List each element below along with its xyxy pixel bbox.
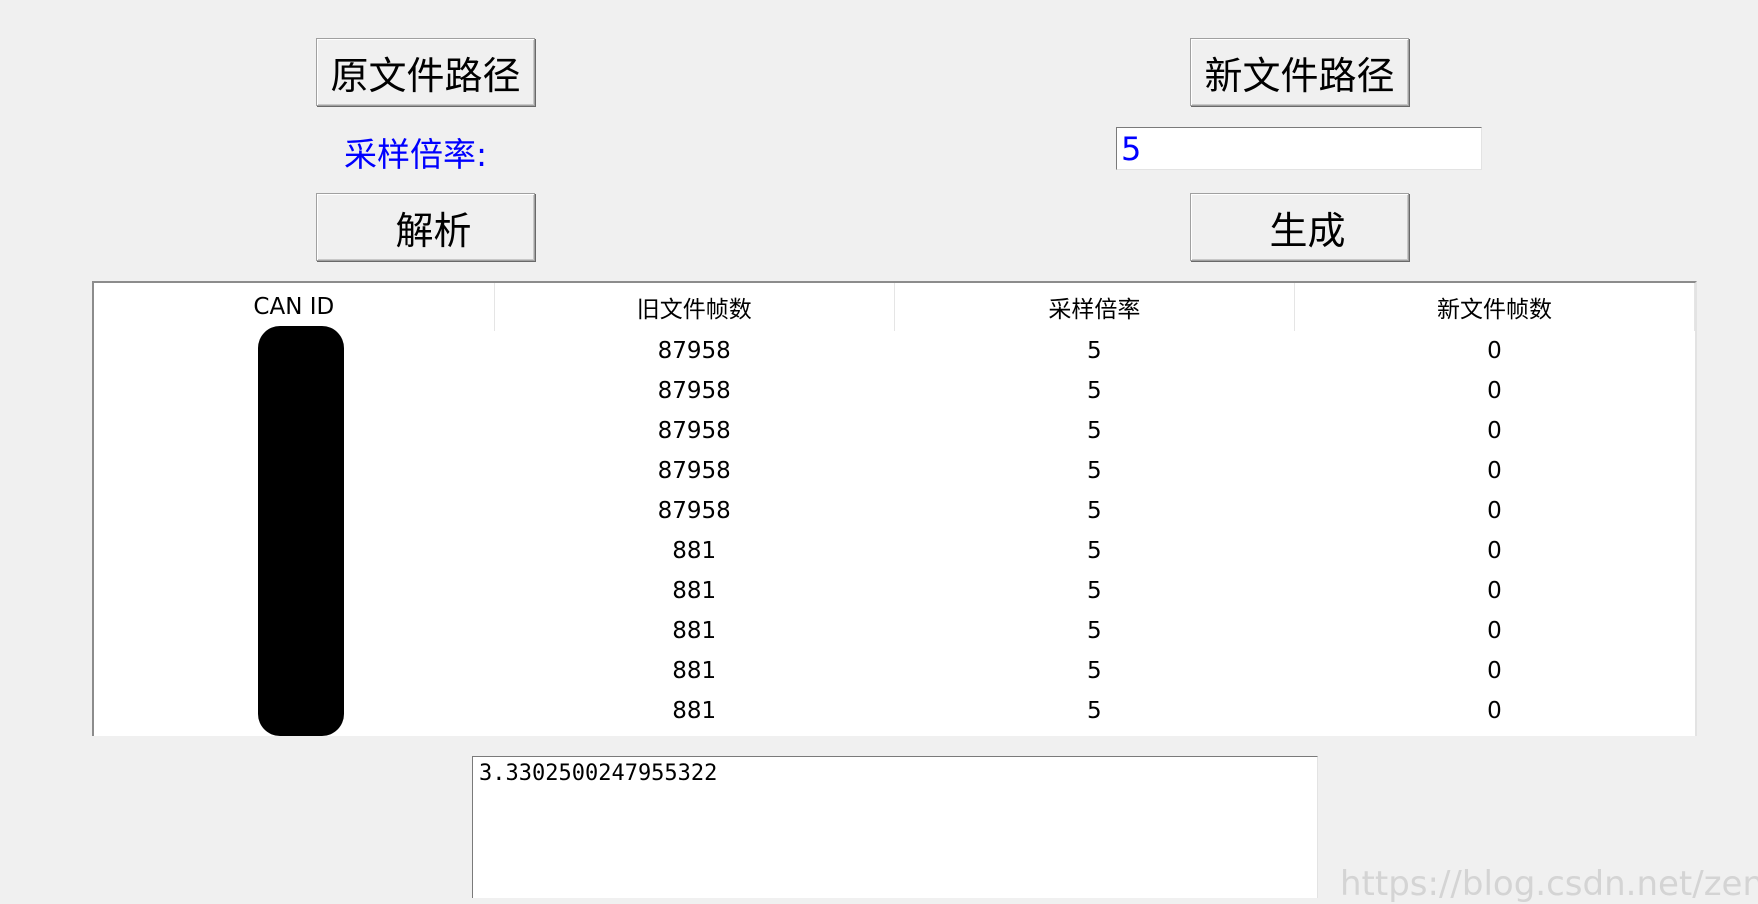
cell-sampling-rate: 5 [1086,538,1102,564]
column-header-sampling-rate[interactable]: 采样倍率 [894,283,1295,331]
column-header-old-frames[interactable]: 旧文件帧数 [494,283,895,331]
cell-new-frames: 0 [1487,338,1502,364]
output-textbox[interactable]: 3.3302500247955322 [472,756,1318,898]
generate-button[interactable]: 生成 [1190,193,1409,261]
cell-old-frames: 881 [672,618,717,644]
watermark: https://blog.csdn.net/zengqz123 [1340,864,1758,904]
cell-sampling-rate: 5 [1086,698,1102,724]
cell-old-frames: 881 [672,538,717,564]
frame-table[interactable]: CAN ID 旧文件帧数 采样倍率 新文件帧数 87958 5 0 87958 … [92,281,1697,736]
cell-new-frames: 0 [1487,378,1502,404]
cell-new-frames: 0 [1487,578,1502,604]
cell-sampling-rate: 5 [1086,658,1102,684]
cell-old-frames: 87958 [657,338,731,364]
cell-old-frames: 87958 [657,418,731,444]
new-path-button[interactable]: 新文件路径 [1190,38,1409,106]
cell-old-frames: 881 [672,698,717,724]
cell-sampling-rate: 5 [1086,418,1102,444]
cell-sampling-rate: 5 [1086,618,1102,644]
cell-sampling-rate: 5 [1086,458,1102,484]
cell-sampling-rate: 5 [1086,498,1102,524]
column-header-new-frames[interactable]: 新文件帧数 [1294,283,1695,331]
source-path-button[interactable]: 原文件路径 [316,38,535,106]
cell-old-frames: 87958 [657,458,731,484]
cell-sampling-rate: 5 [1086,338,1102,364]
parse-button[interactable]: 解析 [316,193,535,261]
sampling-rate-input[interactable] [1116,127,1482,170]
redaction-mark [258,326,344,736]
cell-new-frames: 0 [1487,498,1502,524]
column-header-can-id[interactable]: CAN ID [94,283,495,331]
cell-old-frames: 881 [672,658,717,684]
table-header-row: CAN ID 旧文件帧数 采样倍率 新文件帧数 [94,283,1695,331]
cell-old-frames: 87958 [657,498,731,524]
cell-sampling-rate: 5 [1086,578,1102,604]
sampling-rate-label: 采样倍率: [344,135,488,174]
cell-old-frames: 87958 [657,378,731,404]
cell-new-frames: 0 [1487,698,1502,724]
cell-new-frames: 0 [1487,538,1502,564]
cell-new-frames: 0 [1487,658,1502,684]
cell-new-frames: 0 [1487,618,1502,644]
cell-new-frames: 0 [1487,418,1502,444]
cell-old-frames: 881 [672,578,717,604]
cell-new-frames: 0 [1487,458,1502,484]
cell-sampling-rate: 5 [1086,378,1102,404]
